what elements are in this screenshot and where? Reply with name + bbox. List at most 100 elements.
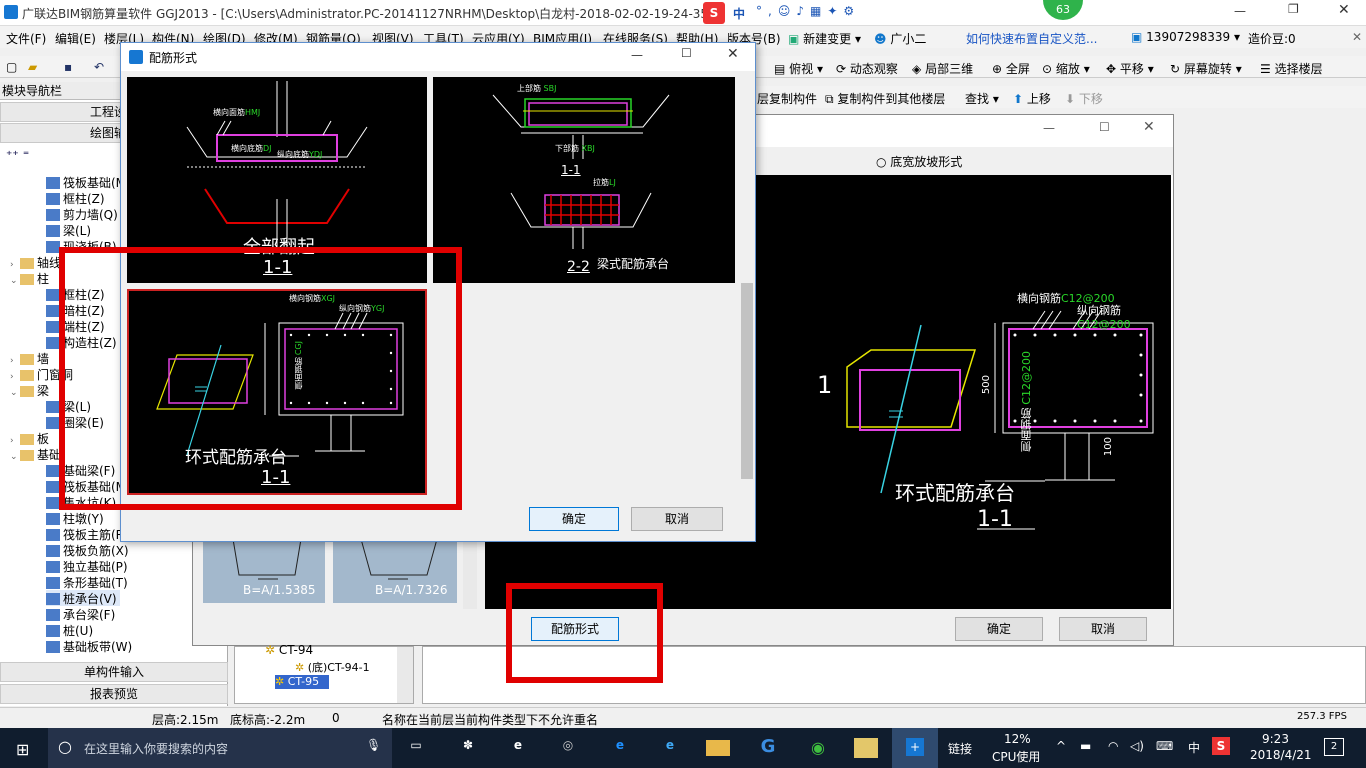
dialog-scrollbar[interactable] xyxy=(739,77,755,495)
menu-edit[interactable]: 编辑(E) xyxy=(55,30,96,47)
dialog-scrollbar-thumb[interactable] xyxy=(741,283,753,479)
undo-icon[interactable]: ↶ xyxy=(94,60,104,74)
task-view-icon[interactable]: ▭ xyxy=(404,738,428,758)
preview-title: 环式配筋承台 xyxy=(895,481,1015,505)
single-component-button[interactable]: 单构件输入 xyxy=(0,662,228,682)
taskbar-search[interactable]: ○ 在这里输入你要搜索的内容 🎙 xyxy=(48,728,392,768)
sogou-icon[interactable]: S xyxy=(1212,737,1230,755)
browser-icon[interactable]: ◎ xyxy=(556,738,580,758)
restore-icon[interactable]: ❐ xyxy=(1288,2,1299,16)
chevron-down-icon[interactable]: ⌄ xyxy=(10,388,20,398)
chevron-down-icon[interactable]: ⌄ xyxy=(10,452,20,462)
bgwin-maximize-icon[interactable]: ☐ xyxy=(1099,120,1110,134)
find-button[interactable]: 查找 ▾ xyxy=(965,90,999,107)
chevron-right-icon[interactable]: › xyxy=(10,436,20,446)
minimize-icon[interactable]: — xyxy=(1234,4,1246,18)
volume-icon[interactable]: ◁) xyxy=(1130,739,1144,753)
copy-other-floor-button[interactable]: ⧉ 复制构件到其他楼层 xyxy=(825,90,945,107)
glodon-g-icon[interactable]: G xyxy=(756,736,780,757)
bgwin-ok-button[interactable]: 确定 xyxy=(955,617,1043,641)
ime-logo[interactable]: S xyxy=(703,2,725,24)
chevron-right-icon[interactable]: › xyxy=(10,372,20,382)
rotate-button[interactable]: ↻ 屏幕旋转 ▾ xyxy=(1170,60,1242,77)
slope-thumb-1[interactable]: B=A/1.5385 xyxy=(203,535,325,603)
chevron-right-icon[interactable]: › xyxy=(10,356,20,366)
top-view-button[interactable]: ▤ 俯视 ▾ xyxy=(774,60,823,77)
dialog-cancel-button[interactable]: 取消 xyxy=(631,507,723,531)
expand-collapse-icons[interactable]: ⁺⁺ ⁼ xyxy=(6,148,29,162)
score-badge[interactable]: 63 xyxy=(1043,0,1083,20)
component-list-scrollbar[interactable] xyxy=(397,647,413,703)
dynamic-view-button[interactable]: ⟳ 动态观察 xyxy=(836,60,898,77)
user-icon: ▣ xyxy=(1131,30,1143,44)
component-ct95[interactable]: ✲ CT-95 xyxy=(275,675,329,689)
user-account[interactable]: ▣ 13907298339 ▾ xyxy=(1131,30,1240,44)
help-link[interactable]: 如何快速布置自定义范... xyxy=(966,30,1097,47)
move-up-button[interactable]: ⬆ 上移 xyxy=(1013,90,1051,107)
component-icon xyxy=(46,577,60,589)
bottom-slope-radio[interactable]: ○ 底宽放坡形式 xyxy=(876,153,962,170)
slope-thumb-2[interactable]: B=A/1.7326 xyxy=(333,535,457,603)
dialog-maximize-icon[interactable]: ☐ xyxy=(681,46,692,60)
ime-mode[interactable]: 中 xyxy=(733,5,745,22)
assistant-button[interactable]: ☻ 广小二 xyxy=(874,30,926,47)
fullscreen-button[interactable]: ⊕ 全屏 xyxy=(992,60,1030,77)
beam-top-name: 上部筋 xyxy=(517,84,541,93)
component-icon xyxy=(46,177,60,189)
zoom-button[interactable]: ⊙ 缩放 ▾ xyxy=(1042,60,1090,77)
bgwin-minimize-icon[interactable]: — xyxy=(1043,121,1055,135)
dialog-ok-button[interactable]: 确定 xyxy=(529,507,619,531)
taskbar-link[interactable]: 链接 xyxy=(948,740,972,757)
local-3d-button[interactable]: ◈ 局部三维 xyxy=(912,60,973,77)
menu-close-icon[interactable]: ✕ xyxy=(1352,30,1362,44)
ime-lang[interactable]: 中 xyxy=(1188,739,1200,756)
menu-file[interactable]: 文件(F) xyxy=(6,30,46,47)
preview-side-name: 侧面钢筋 xyxy=(1020,408,1033,453)
price-beans[interactable]: 造价豆:0 xyxy=(1248,30,1296,47)
dialog-close-icon[interactable]: ✕ xyxy=(727,46,739,62)
new-file-icon[interactable]: ▢ xyxy=(6,60,17,74)
beam-section-1: 1-1 xyxy=(561,163,581,177)
component-ct94[interactable]: ✲ CT-94 xyxy=(265,643,313,657)
status-zero: 0 xyxy=(332,711,340,725)
file-explorer-icon[interactable] xyxy=(706,740,730,756)
ie-blue-icon[interactable]: e xyxy=(658,738,682,758)
chevron-right-icon[interactable]: › xyxy=(10,260,20,270)
open-folder-icon[interactable]: ▰ xyxy=(28,60,37,74)
full-bend-zbar-name: 纵向底筋 xyxy=(277,150,309,159)
report-preview-button[interactable]: 报表预览 xyxy=(0,684,228,704)
keyboard-icon[interactable]: ⌨ xyxy=(1156,739,1173,753)
notification-icon[interactable]: 2 xyxy=(1324,738,1344,756)
new-change-button[interactable]: ▣ 新建变更 ▾ xyxy=(788,30,861,47)
chevron-down-icon[interactable]: ⌄ xyxy=(10,276,20,286)
dialog-minimize-icon[interactable]: — xyxy=(631,48,643,62)
windows-start-icon[interactable]: ⊞ xyxy=(16,740,29,759)
ime-tools-icon[interactable]: °,☺♪▦✦⚙ xyxy=(756,4,860,18)
bgwin-cancel-button[interactable]: 取消 xyxy=(1059,617,1147,641)
cube-icon: ◈ xyxy=(912,62,922,76)
tray-chevron-icon[interactable]: ^ xyxy=(1056,739,1066,753)
form-option-beam-type[interactable]: 上部筋 SBJ 下部筋 XBJ 1-1 拉筋LJ 2-2 梁式配筋承台 xyxy=(433,77,735,283)
pan-button[interactable]: ✥ 平移 ▾ xyxy=(1106,60,1154,77)
gear-icon: ✲ xyxy=(265,643,276,657)
arrow-down-icon: ⬇ xyxy=(1065,92,1076,106)
save-icon[interactable]: ▪ xyxy=(64,60,72,74)
bgwin-close-icon[interactable]: ✕ xyxy=(1143,119,1155,135)
microphone-icon[interactable]: 🎙 xyxy=(366,738,381,752)
copy-layer-button[interactable]: 层复制构件 xyxy=(757,90,817,107)
edge-icon[interactable]: e xyxy=(608,738,632,758)
wifi-icon[interactable]: ◠ xyxy=(1108,739,1118,753)
bottom-slope-label: 底宽放坡形式 xyxy=(890,155,963,169)
status-bar: 层高:2.15m 底标高:-2.2m 0 名称在当前层当前构件类型下不允许重名 … xyxy=(0,707,1366,727)
move-down-button[interactable]: ⬇ 下移 xyxy=(1065,90,1103,107)
battery-icon[interactable]: ▬ xyxy=(1080,739,1091,753)
green-app-icon[interactable]: ◉ xyxy=(806,738,830,758)
select-floor-button[interactable]: ☰ 选择楼层 xyxy=(1260,60,1323,77)
tree-item[interactable]: 桩承台(V) xyxy=(46,590,120,606)
notes-icon[interactable] xyxy=(854,738,878,758)
active-app-tile[interactable]: + xyxy=(892,728,938,768)
component-ct94-1[interactable]: ✲ (底)CT-94-1 xyxy=(295,659,370,675)
ie-icon[interactable]: e xyxy=(506,738,530,758)
fan-app-icon[interactable]: ✽ xyxy=(456,738,480,758)
close-icon[interactable]: ✕ xyxy=(1338,2,1350,18)
